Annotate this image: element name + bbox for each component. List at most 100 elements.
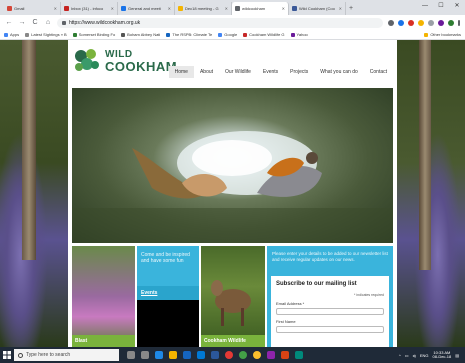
app-icon[interactable] [267,351,275,359]
close-tab-icon[interactable]: ✕ [168,6,171,11]
bookmark-google[interactable]: Google [218,32,237,37]
app-icon[interactable] [253,351,261,359]
start-button[interactable] [0,347,14,363]
bookmark-latest-sightings[interactable]: Latest Sightings » B [25,32,67,37]
tree-trunk [22,40,36,260]
tree-trunk [419,40,431,270]
nav-projects[interactable]: Projects [284,66,314,78]
leaf-logo-icon [75,49,99,71]
tab-label: General and meeti [128,6,161,11]
volume-icon[interactable]: ◂) [413,353,416,358]
app-icon[interactable] [239,351,247,359]
nav-what-you-can-do[interactable]: What you can do [314,66,364,78]
tab-inbox[interactable]: Inbox (31) - infoco ✕ [61,2,118,15]
tab-label: Wild Cookham (Coo [299,6,335,11]
tab-facebook[interactable]: Wild Cookham (Coo ✕ [289,2,346,15]
menu-icon[interactable] [458,19,460,26]
logo-text: WILD COOKHAM [105,49,178,74]
browser-tab-strip: Gmail ✕ Inbox (31) - infoco ✕ General an… [0,0,465,15]
close-tab-icon[interactable]: ✕ [111,6,114,11]
first-name-label: First Name [276,319,296,324]
app-icon[interactable] [281,351,289,359]
tab-general[interactable]: General and meeti ✕ [118,2,175,15]
notifications-icon[interactable]: ▤ [455,353,459,358]
profile-avatar-icon[interactable] [448,19,454,26]
reload-button[interactable]: C [31,19,39,26]
bookmark-yahoo[interactable]: Yahoo [290,32,308,37]
tile-deer[interactable]: Cookham Wildlife [201,246,265,347]
lock-icon [62,20,66,25]
extension-yellow-icon[interactable] [418,19,424,26]
url-text: https://www.wildcookham.org.uk [69,19,141,26]
extension-gray-icon[interactable] [428,19,434,26]
form-title: Subscribe to our mailing list [276,281,357,287]
mail-icon [64,6,69,11]
page-icon [235,6,240,11]
nav-about[interactable]: About [194,66,219,78]
close-tab-icon[interactable]: ✕ [282,6,285,11]
home-button[interactable]: ⌂ [44,19,52,26]
tile-flowers[interactable]: Blast [72,246,135,347]
task-view-icon[interactable] [141,351,149,359]
clock[interactable]: 10:33 AM 08-Dec-18 [432,350,452,360]
deer-illustration [211,280,251,326]
close-tab-icon[interactable]: ✕ [225,6,228,11]
chevron-up-icon[interactable]: ^ [399,353,401,358]
url-field[interactable]: https://www.wildcookham.org.uk [57,17,383,28]
bookmark-rspb[interactable]: The RSPB: Climate Te [166,32,212,37]
microphone-icon[interactable] [127,351,135,359]
nav-events[interactable]: Events [257,66,284,78]
first-name-field[interactable] [276,326,384,333]
bookmark-cookham-wildlife[interactable]: Cookham Wildlife G [243,32,285,37]
extension-red-icon[interactable] [408,19,414,26]
system-tray: ^ ▭ ◂) ENG 10:33 AM 08-Dec-18 ▤ [399,350,465,360]
bookmark-icon [121,32,126,37]
tab-gmail[interactable]: Gmail ✕ [4,2,61,15]
back-button[interactable]: ← [5,19,13,26]
bookmark-somerset-birding[interactable]: Somerset Birding Fo [72,32,115,37]
required-note: * indicates required [354,293,384,297]
file-explorer-icon[interactable] [169,351,177,359]
extension-purple-icon[interactable] [438,19,444,26]
bookmark-icon [72,32,77,37]
site-content: WILD COOKHAM Home About Our Wildlife Eve… [68,40,397,347]
bookmark-boham-abbey[interactable]: Boham Abbey Nati [121,32,160,37]
forward-button[interactable]: → [18,19,26,26]
tab-label: Dec18 meeting - G [185,6,219,11]
bookmark-label: Apps [10,32,20,37]
clock-date: 08-Dec-18 [432,354,452,359]
minimize-button[interactable]: — [417,0,433,13]
other-bookmarks[interactable]: Other bookmarks [424,32,461,37]
network-icon[interactable]: ▭ [405,353,409,358]
nav-contact[interactable]: Contact [364,66,393,78]
word-icon[interactable] [211,351,219,359]
close-window-button[interactable]: ✕ [449,0,465,13]
bookmark-apps[interactable]: Apps [4,32,19,37]
close-tab-icon[interactable]: ✕ [54,6,57,11]
chrome-icon[interactable] [225,351,233,359]
app-icon[interactable] [295,351,303,359]
mail-app-icon[interactable] [197,351,205,359]
bookmark-label: Boham Abbey Nati [127,32,161,37]
search-icon [18,352,23,358]
logo-line-2: COOKHAM [105,58,178,74]
nav-home[interactable]: Home [168,66,194,78]
nav-our-wildlife[interactable]: Our Wildlife [219,66,257,78]
tab-wildcookham[interactable]: wildcookham ✕ [232,2,289,15]
tile-events[interactable]: Come and be inspired and have some fun E… [137,246,199,347]
new-tab-button[interactable]: + [349,2,353,15]
maximize-button[interactable]: ☐ [433,0,449,13]
language-indicator[interactable]: ENG [420,353,429,358]
tab-meeting[interactable]: Dec18 meeting - G ✕ [175,2,232,15]
store-icon[interactable] [183,351,191,359]
bookmark-icon [243,32,248,37]
events-link[interactable]: Events [137,286,199,300]
extension-blue-icon[interactable] [398,19,404,26]
site-logo[interactable]: WILD COOKHAM [72,46,177,76]
close-tab-icon[interactable]: ✕ [339,6,342,11]
feature-tiles: Blast Come and be inspired and have some… [72,246,393,347]
email-field[interactable] [276,308,384,315]
star-icon[interactable] [388,19,394,26]
edge-icon[interactable] [155,351,163,359]
taskbar-search[interactable]: Type here to search [14,349,119,361]
